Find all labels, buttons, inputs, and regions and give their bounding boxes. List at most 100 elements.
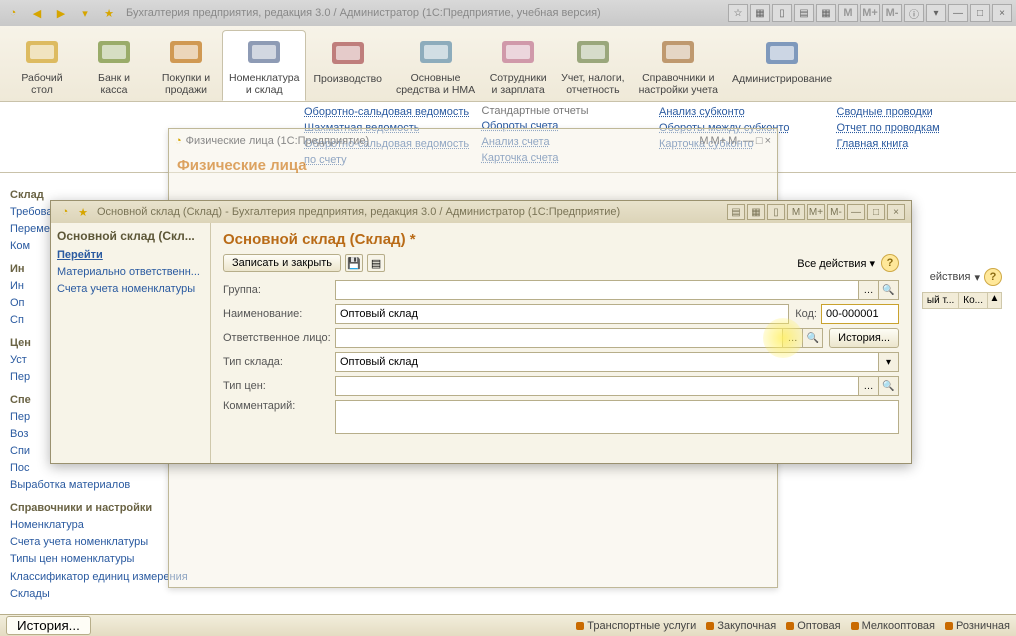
side-link-acc[interactable]: Счета учета номенклатуры	[57, 281, 204, 298]
modal-titlebar: ◔ ★ Основной склад (Склад) - Бухгалтерия…	[51, 201, 911, 223]
comment-input[interactable]	[335, 400, 899, 434]
status-link[interactable]: Закупочная	[706, 620, 776, 632]
modal-tool2-icon[interactable]: ▦	[747, 204, 765, 220]
toolbar-cart[interactable]: Покупки ипродажи	[150, 30, 222, 101]
modal-mminus[interactable]: M-	[827, 204, 845, 220]
dot-icon	[786, 622, 794, 630]
price-input[interactable]	[335, 376, 859, 396]
status-link[interactable]: Розничная	[945, 620, 1010, 632]
modal-close-button[interactable]: ×	[887, 204, 905, 220]
tax-icon	[572, 35, 614, 70]
resp-input[interactable]	[335, 328, 783, 348]
modal-max-button[interactable]: □	[867, 204, 885, 220]
save-close-button[interactable]: Записать и закрыть	[223, 254, 341, 272]
cart-icon	[165, 35, 207, 70]
books-icon	[657, 35, 699, 70]
group-search-icon[interactable]: 🔍	[879, 280, 899, 300]
modal-sidebar: Основной склад (Скл... Перейти Материаль…	[51, 223, 211, 463]
submenu-link[interactable]: Сводные проводки	[837, 105, 1003, 121]
minimize-button[interactable]: —	[948, 4, 968, 22]
modal-logo-icon: ◔	[57, 204, 73, 220]
star-icon[interactable]: ★	[100, 4, 118, 22]
doc-icon[interactable]: ▯	[772, 4, 792, 22]
toolbar-books[interactable]: Справочники инастройки учета	[632, 30, 725, 101]
mem-m[interactable]: M	[838, 4, 858, 22]
bg-max[interactable]: □	[756, 135, 763, 147]
bg-mminus[interactable]: M-	[728, 135, 741, 147]
modal-star-icon[interactable]: ★	[75, 204, 91, 220]
price-search-icon[interactable]: 🔍	[879, 376, 899, 396]
history-footer-button[interactable]: История...	[6, 616, 91, 635]
factory-icon	[327, 35, 369, 71]
rcol1[interactable]: ый т...	[922, 292, 959, 309]
cal-icon[interactable]: ▦	[816, 4, 836, 22]
maximize-button[interactable]: □	[970, 4, 990, 22]
help-icon[interactable]: ?	[984, 268, 1002, 286]
type-input[interactable]	[335, 352, 879, 372]
fav-icon[interactable]: ☆	[728, 4, 748, 22]
info-icon[interactable]: ⓘ	[904, 4, 924, 22]
shelf-icon	[243, 35, 285, 70]
toolbar-factory[interactable]: Производство	[306, 30, 388, 101]
modal-help-icon[interactable]: ?	[881, 254, 899, 272]
group-ellipsis-icon[interactable]: …	[859, 280, 879, 300]
dropdown2-icon[interactable]: ▾	[926, 4, 946, 22]
modal-tool3-icon[interactable]: ▯	[767, 204, 785, 220]
bg-m[interactable]: M	[699, 135, 708, 147]
toolbar-admin[interactable]: Администрирование	[725, 30, 839, 101]
resp-ellipsis-icon[interactable]: …	[783, 328, 803, 348]
status-link[interactable]: Транспортные услуги	[576, 620, 696, 632]
toolbar-label: Основныесредства и НМА	[396, 72, 475, 96]
side-link-goto[interactable]: Перейти	[57, 247, 204, 264]
forward-icon[interactable]: ▶	[52, 4, 70, 22]
mem-mplus[interactable]: M+	[860, 4, 880, 22]
label-comment: Комментарий:	[223, 400, 335, 412]
right-actions-partial[interactable]: ействия	[930, 271, 971, 283]
all-actions-button[interactable]: Все действия ▾	[797, 257, 875, 270]
price-ellipsis-icon[interactable]: …	[859, 376, 879, 396]
resp-search-icon[interactable]: 🔍	[803, 328, 823, 348]
status-link[interactable]: Мелкооптовая	[851, 620, 935, 632]
status-link[interactable]: Оптовая	[786, 620, 840, 632]
extra-icon[interactable]: ▤	[367, 254, 385, 272]
rcol-up-icon[interactable]: ▲	[988, 292, 1002, 309]
submenu-link[interactable]: Отчет по проводкам	[837, 121, 1003, 137]
mem-mminus[interactable]: M-	[882, 4, 902, 22]
toolbar-shelf[interactable]: Номенклатураи склад	[222, 30, 306, 101]
toolbar-label: Покупки ипродажи	[162, 72, 210, 96]
side-link-resp[interactable]: Материально ответственн...	[57, 264, 204, 281]
save-icon[interactable]: 💾	[345, 254, 363, 272]
modal-mplus[interactable]: M+	[807, 204, 825, 220]
toolbar-staff[interactable]: Сотрудникии зарплата	[482, 30, 554, 101]
submenu-link[interactable]: Анализ субконто	[659, 105, 825, 121]
rcol2[interactable]: Ко...	[959, 292, 988, 309]
toolbar-label: Банк икасса	[98, 72, 130, 96]
toolbar-tax[interactable]: Учет, налоги,отчетность	[554, 30, 631, 101]
close-button[interactable]: ×	[992, 4, 1012, 22]
type-dropdown-icon[interactable]: ▾	[879, 352, 899, 372]
code-value[interactable]: 00-000001	[821, 304, 899, 324]
group-input[interactable]	[335, 280, 859, 300]
toolbar-desk[interactable]: Рабочийстол	[6, 30, 78, 101]
name-input[interactable]	[335, 304, 789, 324]
desk-icon	[21, 35, 63, 70]
grid-icon[interactable]: ▦	[750, 4, 770, 22]
modal-tool1-icon[interactable]: ▤	[727, 204, 745, 220]
submenu-link[interactable]: Главная книга	[837, 137, 1003, 153]
modal-title: Основной склад (Склад) - Бухгалтерия пре…	[97, 206, 620, 218]
submenu-link[interactable]: Оборотно-сальдовая ведомость	[304, 105, 470, 121]
toolbar-label: Рабочийстол	[21, 72, 62, 96]
bg-min[interactable]: —	[743, 135, 754, 147]
dropdown-icon[interactable]: ▾	[76, 4, 94, 22]
staff-icon	[497, 35, 539, 70]
nav-link[interactable]: Склады	[10, 586, 200, 603]
back-icon[interactable]: ◀	[28, 4, 46, 22]
bg-close[interactable]: ×	[765, 135, 771, 147]
modal-m[interactable]: M	[787, 204, 805, 220]
modal-min-button[interactable]: —	[847, 204, 865, 220]
toolbar-bank[interactable]: Банк икасса	[78, 30, 150, 101]
bg-mplus[interactable]: M+	[710, 135, 726, 147]
history-button[interactable]: История...	[829, 328, 899, 348]
toolbar-assets[interactable]: Основныесредства и НМА	[389, 30, 482, 101]
calc-icon[interactable]: ▤	[794, 4, 814, 22]
